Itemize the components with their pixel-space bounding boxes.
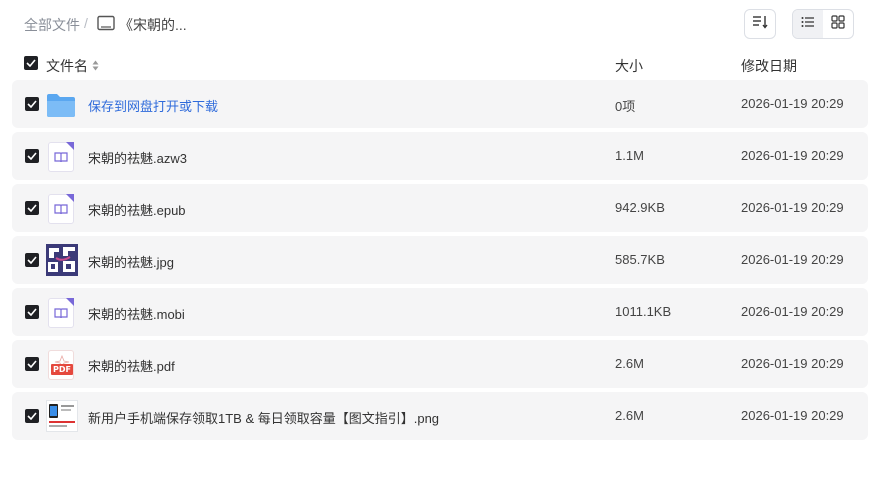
file-date: 2026-01-19 20:29 <box>741 148 844 163</box>
ebook-file-icon <box>48 298 78 328</box>
grid-view-icon <box>831 14 845 34</box>
file-name[interactable]: 宋朝的祛魅.epub <box>88 200 186 219</box>
file-date: 2026-01-19 20:29 <box>741 356 844 371</box>
image-thumbnail-icon <box>46 400 78 432</box>
image-thumbnail-icon <box>46 244 78 276</box>
file-date: 2026-01-19 20:29 <box>741 408 844 423</box>
file-name[interactable]: 宋朝的祛魅.pdf <box>88 356 175 375</box>
book-icon <box>97 15 115 31</box>
top-bar: 全部文件 / 《宋朝的... <box>0 0 878 48</box>
file-row[interactable]: 宋朝的祛魅.mobi 1011.1KB 2026-01-19 20:29 <box>12 288 868 336</box>
breadcrumb-separator: / <box>84 15 88 31</box>
breadcrumb-root[interactable]: 全部文件 <box>24 15 80 35</box>
check-icon <box>27 204 37 212</box>
file-row[interactable]: PDF 宋朝的祛魅.pdf 2.6M 2026-01-19 20:29 <box>12 340 868 388</box>
file-name[interactable]: 新用户手机端保存领取1TB & 每日领取容量【图文指引】.png <box>88 408 439 427</box>
check-icon <box>27 100 37 108</box>
file-list: 保存到网盘打开或下载 0项 2026-01-19 20:29 宋朝的祛魅.azw… <box>12 80 868 444</box>
file-row[interactable]: 保存到网盘打开或下载 0项 2026-01-19 20:29 <box>12 80 868 128</box>
file-date: 2026-01-19 20:29 <box>741 304 844 319</box>
ebook-file-icon <box>48 194 78 224</box>
table-header: 文件名 大小 修改日期 <box>0 52 878 76</box>
file-row[interactable]: 宋朝的祛魅.azw3 1.1M 2026-01-19 20:29 <box>12 132 868 180</box>
file-date: 2026-01-19 20:29 <box>741 200 844 215</box>
row-checkbox[interactable] <box>25 97 39 111</box>
select-all-checkbox[interactable] <box>24 56 38 70</box>
list-view-icon <box>801 15 815 33</box>
pdf-label: PDF <box>51 364 73 375</box>
row-checkbox[interactable] <box>25 409 39 423</box>
file-name[interactable]: 宋朝的祛魅.azw3 <box>88 148 187 167</box>
ebook-file-icon <box>48 142 78 172</box>
file-name[interactable]: 保存到网盘打开或下载 <box>88 96 218 115</box>
check-icon <box>27 152 37 160</box>
sort-arrows-icon <box>92 58 99 74</box>
file-size: 2.6M <box>615 408 644 423</box>
check-icon <box>26 59 36 67</box>
file-size: 2.6M <box>615 356 644 371</box>
breadcrumb-current: 《宋朝的... <box>119 17 187 33</box>
check-icon <box>27 360 37 368</box>
column-header-date[interactable]: 修改日期 <box>741 56 797 76</box>
row-checkbox[interactable] <box>25 305 39 319</box>
file-date: 2026-01-19 20:29 <box>741 252 844 267</box>
check-icon <box>27 256 37 264</box>
file-row[interactable]: 新用户手机端保存领取1TB & 每日领取容量【图文指引】.png 2.6M 20… <box>12 392 868 440</box>
file-size: 585.7KB <box>615 252 665 267</box>
file-name[interactable]: 宋朝的祛魅.jpg <box>88 252 174 271</box>
list-view-button[interactable] <box>793 10 823 38</box>
row-checkbox[interactable] <box>25 253 39 267</box>
sort-icon <box>752 15 768 34</box>
row-checkbox[interactable] <box>25 201 39 215</box>
folder-icon <box>46 90 76 120</box>
file-size: 1.1M <box>615 148 644 163</box>
file-size: 1011.1KB <box>615 304 672 319</box>
column-name-label: 文件名 <box>46 58 88 74</box>
sort-button[interactable] <box>744 9 776 39</box>
check-icon <box>27 308 37 316</box>
row-checkbox[interactable] <box>25 149 39 163</box>
view-toggle <box>792 9 854 39</box>
file-row[interactable]: 宋朝的祛魅.jpg 585.7KB 2026-01-19 20:29 <box>12 236 868 284</box>
row-checkbox[interactable] <box>25 357 39 371</box>
grid-view-button[interactable] <box>823 10 853 38</box>
file-size: 0项 <box>615 99 636 114</box>
file-row[interactable]: 宋朝的祛魅.epub 942.9KB 2026-01-19 20:29 <box>12 184 868 232</box>
column-header-size[interactable]: 大小 <box>615 56 643 76</box>
check-icon <box>27 412 37 420</box>
file-name[interactable]: 宋朝的祛魅.mobi <box>88 304 185 323</box>
column-header-name[interactable]: 文件名 <box>46 56 99 76</box>
file-date: 2026-01-19 20:29 <box>741 96 844 111</box>
file-size: 942.9KB <box>615 200 665 215</box>
pdf-file-icon: PDF <box>48 350 78 380</box>
